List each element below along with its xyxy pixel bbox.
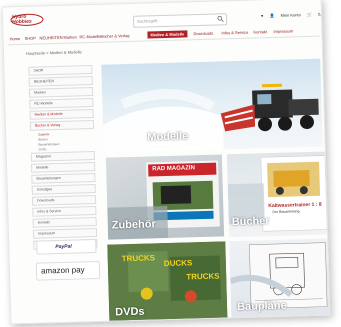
tile-bauplaene-label: Baupläne — [236, 299, 287, 314]
nav-marken[interactable]: Marken — [63, 34, 76, 39]
sidebar-item-label: Medien & Modelle — [34, 111, 63, 117]
nav-infos[interactable]: Infos & Service — [221, 30, 248, 36]
account-link[interactable]: Mein Konto — [281, 12, 301, 18]
tile-zubehoer-label: Zubehör — [111, 218, 156, 232]
tile-modelle[interactable]: Modelle — [101, 58, 323, 153]
search-input[interactable]: Suchbegriff... — [132, 13, 228, 28]
breadcrumb-separator: > — [46, 50, 49, 56]
sidebar-item-infos[interactable]: Infos & Service — [32, 205, 97, 217]
sidebar-item-label: Magazine — [35, 154, 52, 159]
sidebar-item-modelle[interactable]: Modelle — [31, 161, 96, 173]
sidebar-item-label: Bauanleitungen — [36, 175, 61, 181]
sidebar-item-sonstiges[interactable]: Sonstiges — [31, 183, 96, 195]
search-icon[interactable] — [217, 15, 224, 22]
sidebar-item-bauanleitungen[interactable]: Bauanleitungen — [31, 172, 96, 184]
nav-downloads[interactable]: Downloads — [193, 31, 213, 37]
sidebar-item-label: RC-Modelle — [34, 101, 53, 106]
sidebar-item-label: Downloads — [37, 198, 55, 203]
sidebar-item-impressum[interactable]: Impressum — [32, 227, 98, 239]
nav-medien-modelle[interactable]: Medien & Modelle — [147, 30, 188, 39]
sidebar-item-label: Impressum — [37, 231, 56, 236]
header-actions: ♥ 👤 Mein Konto 🛒 0,00 € — [261, 11, 330, 18]
sidebar-subitem-label: Bücher — [38, 137, 48, 142]
logo-text: Hydro Hobbies — [11, 13, 32, 26]
search-placeholder: Suchbegriff... — [137, 18, 161, 24]
dvd-cover-text-3: TRUCKS — [186, 271, 220, 282]
tile-zubehoer[interactable]: RAD MAGAZIN Zubehör — [105, 154, 225, 240]
tile-buecher-label: Bücher — [231, 215, 270, 229]
tile-modelle-label: Modelle — [147, 130, 189, 144]
sidebar-subitem-label: DVDs — [38, 147, 47, 152]
sidebar-item-label: Sonstiges — [36, 187, 53, 192]
amazon-pay-label: amazon pay — [40, 265, 85, 276]
amazon-pay-badge[interactable]: amazon pay — [35, 260, 101, 281]
sidebar-item-magazine[interactable]: Magazine — [30, 150, 95, 162]
sidebar-item-neuheiten[interactable]: NEUHEITEN — [28, 76, 93, 87]
sidebar-item-shop[interactable]: SHOP — [28, 65, 93, 76]
user-icon[interactable]: 👤 — [269, 13, 274, 18]
sidebar-item-label: Marken — [33, 90, 46, 95]
sidebar: SHOP NEUHEITEN Marken RC-Modelle Medien … — [28, 65, 98, 252]
nav-impressum[interactable]: Impressum — [273, 28, 293, 34]
main-navigation: Home SHOP NEUHEITEN Marken RC-Modelle Bü… — [7, 26, 320, 46]
sidebar-item-downloads[interactable]: Downloads — [31, 194, 97, 206]
heart-icon[interactable]: ♥ — [261, 13, 264, 18]
browser-page: Hydro Hobbies Suchbegriff... ♥ 👤 Mein Ko… — [1, 0, 331, 325]
sidebar-subitem-label: Zubehör — [38, 132, 50, 137]
breadcrumb-home[interactable]: Hauptseite — [26, 50, 45, 56]
breadcrumb: Hauptseite > Medien & Modelle — [26, 49, 82, 56]
nav-kontakt[interactable]: Kontakt — [253, 29, 267, 34]
magazine-title: RAD MAGAZIN — [152, 165, 195, 173]
cart-icon[interactable]: 🛒 — [307, 12, 312, 17]
dvd-cover-text-2: DUCKS — [163, 258, 193, 269]
tile-buecher[interactable]: Kaltwassertrainer 1 : 8 Der Bauanleitung… — [226, 151, 330, 238]
sidebar-item-rc-modelle[interactable]: RC-Modelle — [29, 98, 94, 109]
sidebar-item-label: Modelle — [36, 165, 49, 170]
sidebar-item-medien-modelle[interactable]: Medien & Modelle — [29, 109, 94, 120]
nav-buecher[interactable]: Bücher & Verlag — [100, 33, 129, 39]
breadcrumb-current: Medien & Modelle — [49, 49, 82, 56]
paypal-label: PayPal — [55, 243, 72, 251]
nav-neuheiten[interactable]: NEUHEITEN — [39, 35, 62, 41]
cart-total: 0,00 € — [317, 11, 330, 17]
sidebar-item-label: NEUHEITEN — [33, 79, 55, 84]
nav-shop[interactable]: SHOP — [24, 36, 35, 41]
page: Hydro Hobbies Suchbegriff... ♥ 👤 Mein Ko… — [0, 0, 341, 327]
snowplow-truck-image — [102, 83, 319, 153]
sidebar-item-kontakt[interactable]: Kontakt — [32, 216, 97, 228]
nav-rc-modelle[interactable]: RC-Modelle — [79, 34, 100, 40]
sidebar-item-marken[interactable]: Marken — [28, 87, 94, 98]
paypal-badge[interactable]: PayPal — [36, 238, 97, 255]
book-subtitle: Der Bauanleitung — [272, 209, 300, 215]
sidebar-item-label: SHOP — [33, 68, 44, 73]
tile-dvds[interactable]: TRUCKS DUCKS TRUCKS DVDs — [107, 241, 228, 325]
sidebar-item-label: Kontakt — [37, 220, 50, 225]
sidebar-item-buecher[interactable]: Bücher & Verlag — [29, 119, 95, 131]
sidebar-item-label: Bücher & Verlag — [34, 122, 61, 128]
dvd-cover-text-1: TRUCKS — [121, 253, 156, 264]
tile-bauplaene[interactable]: Baupläne — [229, 238, 331, 322]
sidebar-subitem-label: Bauanleitungen — [38, 141, 60, 147]
tile-dvds-label: DVDs — [115, 305, 145, 319]
nav-home[interactable]: Home — [9, 36, 20, 41]
sidebar-item-label: Infos & Service — [37, 208, 61, 214]
